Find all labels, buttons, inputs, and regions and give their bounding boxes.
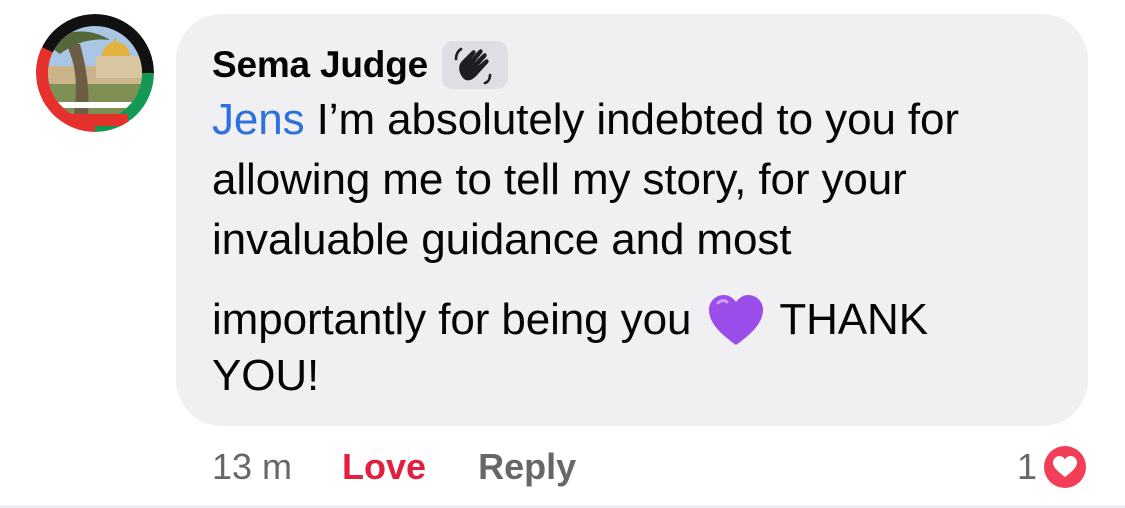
- timestamp[interactable]: 13 m: [212, 446, 292, 488]
- purple-heart-icon: [707, 293, 765, 347]
- author-name[interactable]: Sema Judge: [212, 44, 428, 86]
- comment-line: invaluable guidance and most: [212, 215, 792, 264]
- love-reaction-icon: [1041, 443, 1089, 491]
- comment-line: allowing me to tell my story, for your: [212, 155, 907, 204]
- mention-link[interactable]: Jens: [212, 95, 305, 144]
- love-button[interactable]: Love: [342, 446, 426, 488]
- reaction-summary[interactable]: 1: [1017, 440, 1089, 494]
- comment-bubble: Sema Judge Jens I’m absolutely indebted …: [176, 14, 1088, 426]
- avatar-image: [36, 14, 154, 132]
- author-row: Sema Judge: [212, 40, 508, 90]
- comment-line: Jens I’m absolutely indebted to you for: [212, 95, 959, 144]
- comment-actions: 13 m Love Reply: [212, 440, 576, 494]
- reaction-count: 1: [1016, 446, 1037, 487]
- waving-hand-icon[interactable]: [441, 41, 508, 89]
- comment-line: YOU!: [212, 351, 320, 400]
- reply-button[interactable]: Reply: [478, 446, 576, 488]
- comment-text: Jens I’m absolutely indebted to you for …: [212, 94, 1072, 410]
- avatar[interactable]: [36, 14, 154, 132]
- comment-line: importantly for being you THANK: [212, 290, 1072, 350]
